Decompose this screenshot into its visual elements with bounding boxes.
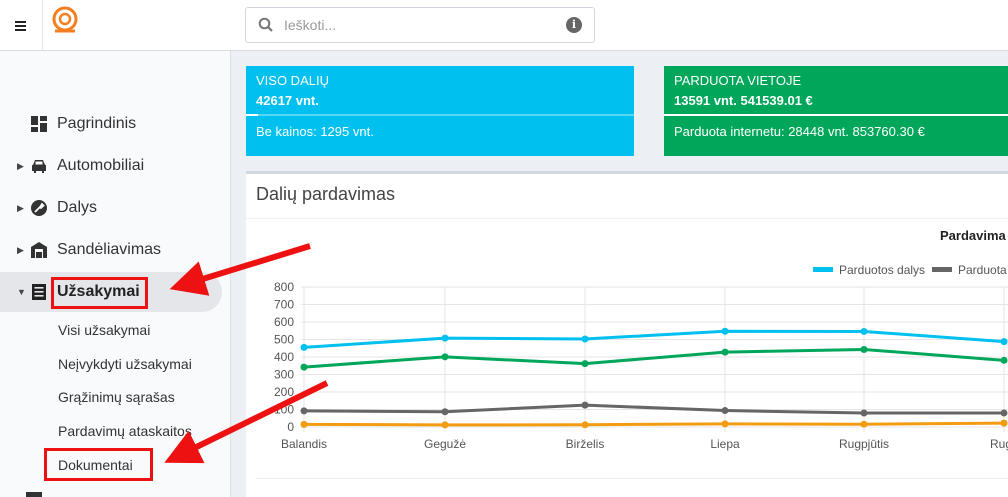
annotation-arrow bbox=[164, 380, 329, 464]
annotation-arrows bbox=[164, 243, 329, 464]
annotation-arrow bbox=[169, 243, 311, 296]
